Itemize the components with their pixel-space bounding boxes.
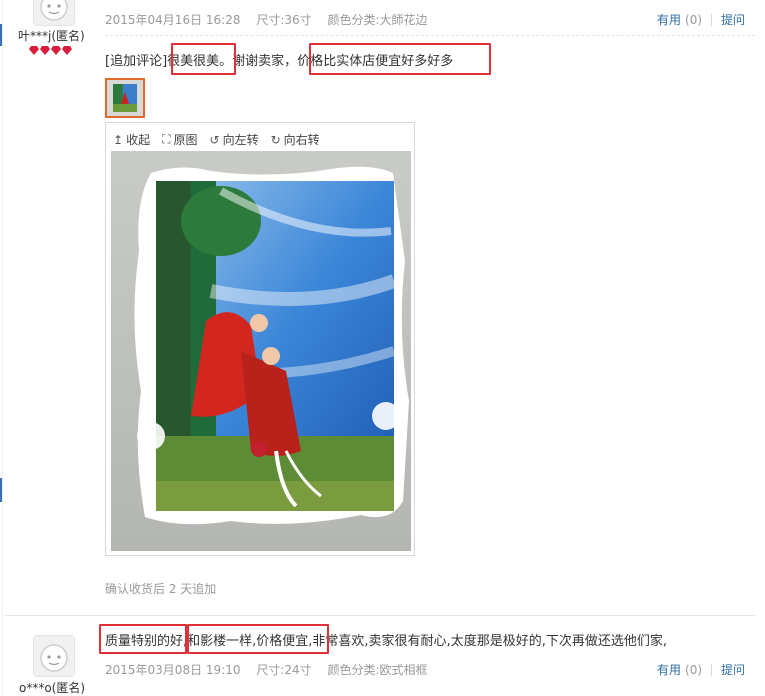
ask-button[interactable]: 提问 [721,11,745,28]
viewer-toolbar: ↥ 收起 ⛶ 原图 ↺ 向左转 ↻ 向右转 [113,131,320,148]
useful-count: (0) [685,662,703,677]
collapse-button[interactable]: ↥ 收起 [113,131,150,148]
highlight-box [99,624,187,654]
product-photo[interactable] [111,151,411,551]
review-actions: 有用 (0) 提问 [657,11,745,28]
highlight-box [309,43,491,75]
left-accent-bar [0,24,2,46]
buyer-level-badges [29,46,72,55]
rotate-right-button[interactable]: ↻ 向右转 [271,131,320,148]
followup-note: 确认收货后 2 天追加 [105,582,217,596]
wedding-photo-image [111,151,411,551]
divider [711,663,713,676]
avatar-face-icon [34,636,74,676]
diamond-badge-icon [29,46,39,55]
rotate-left-icon: ↺ [209,132,220,147]
review-size: 尺寸:36寸 [256,13,312,27]
divider [105,35,755,36]
ask-button[interactable]: 提问 [721,661,745,678]
review-date: 2015年03月08日 19:10 [105,663,241,677]
left-border-line [2,0,3,696]
avatar[interactable] [33,635,75,677]
review-meta: 2015年03月08日 19:10 尺寸:24寸 颜色分类:欧式相框 [105,661,440,678]
highlight-box [187,624,329,654]
useful-button[interactable]: 有用 [657,661,681,678]
image-viewer: ↥ 收起 ⛶ 原图 ↺ 向左转 ↻ 向右转 [105,122,415,556]
reviewer-name[interactable]: o***o(匿名) [19,679,85,696]
review-size: 尺寸:24寸 [256,663,312,677]
review-date: 2015年04月16日 16:28 [105,13,241,27]
avatar-face-icon [34,0,74,25]
expand-icon: ⛶ [162,132,171,146]
review-color: 颜色分类:欧式相框 [327,663,428,677]
diamond-badge-icon [40,46,50,55]
thumbnail-image [107,80,143,116]
rotate-right-icon: ↻ [270,132,281,147]
avatar[interactable] [33,0,75,26]
reviewer-name[interactable]: 叶***j(匿名) [18,27,85,44]
divider [5,615,755,616]
useful-button[interactable]: 有用 [657,11,681,28]
rotate-left-button[interactable]: ↺ 向左转 [210,131,259,148]
useful-count: (0) [685,12,703,27]
diamond-badge-icon [51,46,61,55]
review-color: 颜色分类:大師花边 [327,13,428,27]
append-label: [追加评论] [105,54,168,69]
arrow-up-icon: ↥ [113,132,124,147]
review-text-segment: ,非常喜欢,卖家很有耐心,太度那是极好的,下次再做还选他们家, [308,634,667,649]
divider [711,13,713,26]
original-image-button[interactable]: ⛶ 原图 [162,131,197,148]
diamond-badge-icon [62,46,72,55]
highlight-box [171,43,236,75]
review-actions: 有用 (0) 提问 [657,661,745,678]
photo-thumbnail[interactable] [105,78,145,118]
review-meta: 2015年04月16日 16:28 尺寸:36寸 颜色分类:大師花边 [105,11,440,28]
left-accent-bar [0,478,2,502]
